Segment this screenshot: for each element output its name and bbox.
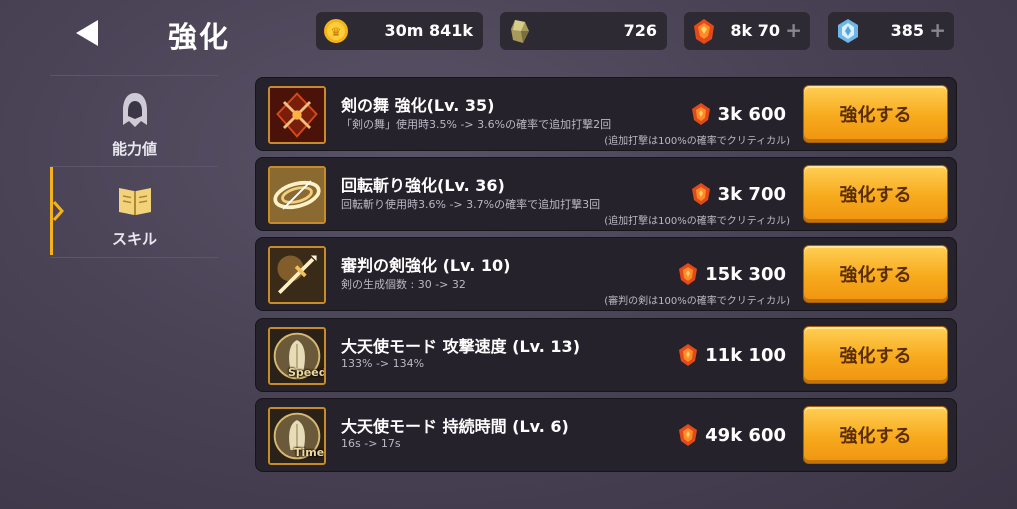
gold-amount: 30m 841k (384, 21, 473, 40)
skill-note: (追加打撃は100%の確率でクリティカル) (604, 136, 790, 147)
upgrade-cost: 11k 100 (677, 343, 786, 367)
skill-description: 「剣の舞」使用時3.5% -> 3.6%の確率で追加打撃2回 (341, 118, 612, 131)
cost-value: 11k 100 (705, 344, 786, 366)
cost-value: 3k 700 (717, 183, 786, 205)
back-button[interactable] (72, 18, 106, 48)
red-gem-icon (679, 263, 698, 285)
skill-card-sword-dance: 剣の舞 強化(Lv. 35) 「剣の舞」使用時3.5% -> 3.6%の確率で追… (255, 77, 957, 151)
skill-note: (審判の剣は100%の確率でクリティカル) (604, 296, 790, 307)
cost-value: 15k 300 (705, 263, 786, 285)
add-red-gem-button[interactable]: + (785, 18, 802, 42)
sidebar-divider (50, 75, 218, 76)
currency-red-gem: 8k 70 + (684, 12, 810, 50)
upgrade-button[interactable]: 強化する (803, 406, 948, 464)
ore-stone-icon (511, 20, 529, 43)
skill-icon-tag: Time (294, 446, 325, 459)
upgrade-button[interactable]: 強化する (803, 85, 948, 143)
blue-crystal-amount: 385 (890, 21, 924, 40)
archangel-wing-icon: Speed (268, 327, 326, 385)
skill-description: 回転斬り使用時3.6% -> 3.7%の確率で追加打撃3回 (341, 198, 601, 211)
currency-ore: 726 (500, 12, 667, 50)
page-title: 強化 (168, 20, 231, 54)
skill-card-archangel-duration: Time 大天使モード 持続時間 (Lv. 6) 16s -> 17s 49k … (255, 398, 957, 472)
red-gem-icon (679, 344, 698, 366)
cost-value: 49k 600 (705, 424, 786, 446)
red-gem-icon (679, 424, 698, 446)
open-book-icon (118, 188, 151, 215)
upgrade-cost: 3k 600 (690, 102, 786, 126)
add-blue-crystal-button[interactable]: + (929, 18, 946, 42)
sidebar-item-label: スキル (111, 230, 157, 248)
skill-icon-tag: Speed (288, 366, 326, 379)
skill-description: 133% -> 134% (341, 357, 425, 370)
upgrade-cost: 15k 300 (677, 262, 786, 286)
sidebar-divider (50, 257, 218, 258)
skill-title: 大天使モード 持続時間 (Lv. 6) (341, 417, 569, 436)
upgrade-button[interactable]: 強化する (803, 165, 948, 223)
sidebar-item-skills[interactable]: スキル (52, 180, 217, 249)
currency-gold: ♛ 30m 841k (316, 12, 483, 50)
skill-title: 大天使モード 攻撃速度 (Lv. 13) (341, 337, 581, 356)
back-arrow-icon (76, 20, 98, 46)
upgrade-button[interactable]: 強化する (803, 245, 948, 303)
skill-card-archangel-speed: Speed 大天使モード 攻撃速度 (Lv. 13) 133% -> 134% … (255, 318, 957, 392)
upgrade-cost: 3k 700 (690, 182, 786, 206)
ore-amount: 726 (623, 21, 657, 40)
upgrade-button[interactable]: 強化する (803, 326, 948, 384)
hooded-figure-icon (122, 93, 147, 127)
skill-title: 回転斬り強化(Lv. 36) (341, 176, 505, 195)
red-gem-icon (694, 19, 714, 44)
sidebar-item-label: 能力値 (111, 140, 157, 158)
sword-dance-icon (268, 86, 326, 144)
blue-crystal-icon (838, 19, 858, 43)
sidebar-item-stats[interactable]: 能力値 (52, 90, 217, 159)
svg-text:♛: ♛ (331, 25, 342, 39)
sidebar-divider (50, 166, 218, 167)
gold-coin-icon: ♛ (324, 19, 348, 43)
skill-card-spin-slash: 回転斬り強化(Lv. 36) 回転斬り使用時3.6% -> 3.7%の確率で追加… (255, 157, 957, 231)
skill-title: 剣の舞 強化(Lv. 35) (341, 96, 495, 115)
skill-title: 審判の剣強化 (Lv. 10) (341, 256, 511, 275)
judgment-sword-icon (268, 246, 326, 304)
upgrade-cost: 49k 600 (677, 423, 786, 447)
currency-blue-crystal: 385 + (828, 12, 954, 50)
skill-description: 剣の生成個数 : 30 -> 32 (341, 278, 466, 291)
skill-note: (追加打撃は100%の確率でクリティカル) (604, 216, 790, 227)
skill-description: 16s -> 17s (341, 437, 401, 450)
red-gem-icon (691, 183, 710, 205)
cost-value: 3k 600 (717, 103, 786, 125)
spin-slash-icon (268, 166, 326, 224)
skill-card-judgment-sword: 審判の剣強化 (Lv. 10) 剣の生成個数 : 30 -> 32 (審判の剣は… (255, 237, 957, 311)
red-gem-amount: 8k 70 (730, 21, 780, 40)
red-gem-icon (691, 103, 710, 125)
archangel-wing-icon: Time (268, 407, 326, 465)
